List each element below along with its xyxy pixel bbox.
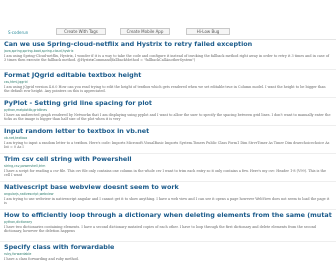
question-excerpt: I am using jQgrid version 4.6.0 How can … (4, 85, 326, 94)
question-title-link[interactable]: How to efficiently loop through a dictio… (4, 211, 332, 220)
site-logo[interactable]: S·coderun (8, 30, 28, 35)
question-item: How to efficiently loop through a dictio… (4, 211, 332, 238)
question-separator (0, 181, 336, 182)
question-item: PyPlot - Setting grid line spacing for p… (4, 99, 332, 122)
question-item: Specify class with forwardable ruby,forw… (4, 243, 332, 265)
question-excerpt: I am trying to use webview in nativescri… (4, 197, 330, 206)
nav-hi-low-bug-button[interactable]: Hi-Low Bug (186, 28, 230, 35)
question-separator (0, 97, 336, 98)
question-excerpt: I am using Spring-Cloud-netflix, Hystrix… (4, 54, 330, 63)
question-excerpt: I have an undirected graph rendered by N… (4, 113, 331, 122)
question-title-link[interactable]: Can we use Spring-cloud-netflix and Hyst… (4, 40, 332, 49)
question-separator (0, 241, 336, 242)
question-item: Can we use Spring-cloud-netflix and Hyst… (4, 40, 332, 67)
question-title-link[interactable]: PyPlot - Setting grid line spacing for p… (4, 99, 332, 108)
question-title-link[interactable]: Input random letter to textbox in vb.net (4, 127, 332, 136)
question-title-link[interactable]: Trim csv cell string with Powershell (4, 155, 332, 164)
nav-create-mobile-app-button[interactable]: Create Mobile App (120, 28, 170, 35)
question-excerpt: I have a script for reading a csv file. … (4, 169, 327, 178)
question-item: Nativescript base webview doesnt seem to… (4, 183, 332, 206)
question-excerpt: I am trying to input a random letter to … (4, 141, 330, 150)
question-excerpt: I have two dictionaries containing eleme… (4, 225, 316, 234)
nav-create-with-tags-button[interactable]: Create With Tags (56, 28, 106, 35)
top-bar: S·coderun Create With Tags Create Mobile… (0, 0, 336, 38)
question-excerpt: I have a class forwarding and ruby metho… (4, 257, 79, 261)
question-title-link[interactable]: Specify class with forwardable (4, 243, 332, 252)
question-separator (0, 153, 336, 154)
question-separator (0, 209, 336, 210)
question-separator (0, 125, 336, 126)
question-title-link[interactable]: Nativescript base webview doesnt seem to… (4, 183, 332, 192)
question-separator (0, 69, 336, 70)
question-item: Trim csv cell string with Powershell str… (4, 155, 332, 178)
question-title-link[interactable]: Format JQgrid editable textbox height (4, 71, 332, 80)
question-item: Input random letter to textbox in vb.net… (4, 127, 332, 150)
question-item: Format JQgrid editable textbox height cs… (4, 71, 332, 94)
